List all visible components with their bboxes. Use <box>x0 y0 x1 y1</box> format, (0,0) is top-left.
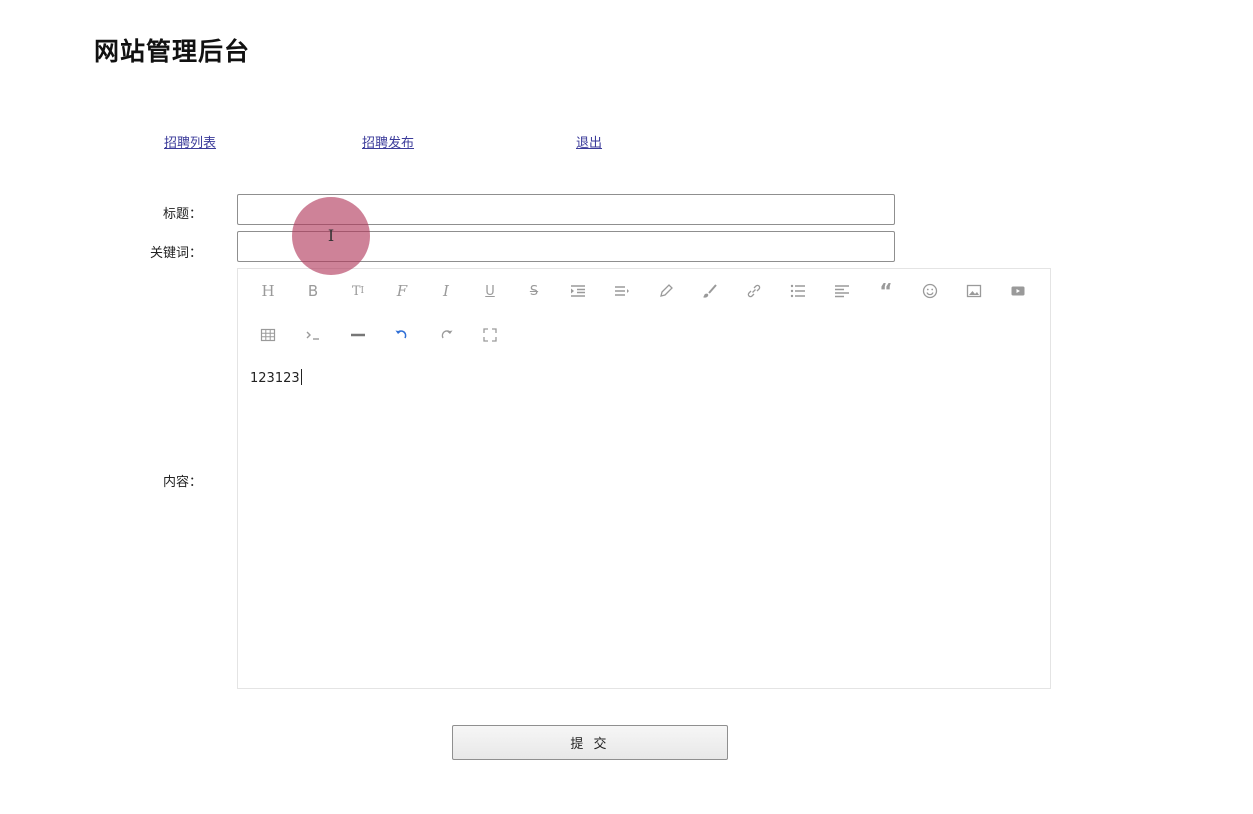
fullscreen-icon[interactable] <box>478 323 502 347</box>
image-icon[interactable] <box>962 279 986 303</box>
font-family-icon[interactable]: F <box>390 279 414 303</box>
font-size-icon[interactable]: TI <box>346 279 370 303</box>
quote-icon[interactable]: “ <box>874 279 898 303</box>
indent-icon[interactable] <box>566 279 590 303</box>
font-color-icon[interactable] <box>654 279 678 303</box>
nav-link-job-publish[interactable]: 招聘发布 <box>362 132 414 151</box>
line-height-icon[interactable] <box>610 279 634 303</box>
code-icon[interactable] <box>301 323 325 347</box>
editor-toolbar: H B TI F I U S “ <box>238 269 1050 357</box>
text-caret <box>300 369 302 385</box>
title-label: 标题： <box>162 207 202 222</box>
bold-icon[interactable]: B <box>301 279 325 303</box>
title-input[interactable] <box>237 194 895 225</box>
page: 网站管理后台 招聘列表 招聘发布 退出 标题： 关键词： 内容： H B TI … <box>0 0 1253 814</box>
editor-text: 123123 <box>250 371 300 386</box>
submit-button[interactable]: 提 交 <box>452 725 728 760</box>
unordered-list-icon[interactable] <box>786 279 810 303</box>
keywords-input[interactable] <box>237 231 895 262</box>
rich-text-editor[interactable]: H B TI F I U S “ 123123 <box>237 268 1051 689</box>
background-color-icon[interactable] <box>698 279 722 303</box>
content-label: 内容： <box>162 475 202 490</box>
page-title: 网站管理后台 <box>94 37 251 66</box>
nav-link-job-list[interactable]: 招聘列表 <box>164 132 216 151</box>
nav-link-logout[interactable]: 退出 <box>576 132 602 151</box>
redo-icon[interactable] <box>434 323 458 347</box>
divider-icon[interactable] <box>346 323 370 347</box>
strikethrough-icon[interactable]: S <box>522 279 546 303</box>
justify-icon[interactable] <box>830 279 854 303</box>
italic-icon[interactable]: I <box>434 279 458 303</box>
keywords-label: 关键词： <box>149 246 202 261</box>
undo-icon[interactable] <box>390 323 414 347</box>
video-icon[interactable] <box>1006 279 1030 303</box>
editor-content-area[interactable]: 123123 <box>250 369 302 386</box>
underline-icon[interactable]: U <box>478 279 502 303</box>
heading-icon[interactable]: H <box>256 279 280 303</box>
emoticon-icon[interactable] <box>918 279 942 303</box>
link-icon[interactable] <box>742 279 766 303</box>
table-icon[interactable] <box>256 323 280 347</box>
